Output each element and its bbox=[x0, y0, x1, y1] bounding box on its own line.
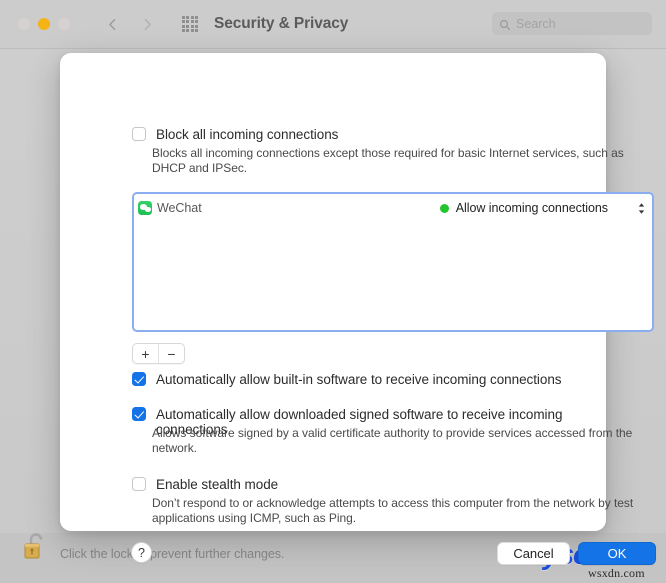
auto-allow-signed-description: Allows software signed by a valid certif… bbox=[152, 426, 633, 455]
list-item[interactable]: WeChat Allow incoming connections bbox=[134, 197, 652, 219]
status-label: Allow incoming connections bbox=[455, 201, 608, 215]
search-input[interactable] bbox=[516, 16, 645, 31]
auto-allow-builtin-label: Automatically allow built-in software to… bbox=[156, 372, 562, 387]
enable-stealth-mode-checkbox[interactable] bbox=[132, 477, 146, 491]
status-dot-icon bbox=[439, 203, 449, 213]
chevron-left-icon[interactable] bbox=[106, 18, 119, 31]
wechat-app-icon bbox=[138, 201, 152, 215]
remove-app-button[interactable]: − bbox=[158, 344, 184, 363]
block-all-incoming-connections-row[interactable]: Block all incoming connections bbox=[132, 127, 338, 142]
search-icon bbox=[499, 18, 511, 30]
cancel-button[interactable]: Cancel bbox=[497, 542, 570, 565]
app-status[interactable]: Allow incoming connections bbox=[439, 201, 646, 216]
lock-hint-text: Click the lock to prevent further change… bbox=[60, 547, 285, 561]
chevron-up-down-icon[interactable] bbox=[637, 201, 646, 216]
app-permission-list[interactable]: WeChat Allow incoming connections bbox=[132, 192, 654, 332]
open-padlock-icon[interactable] bbox=[22, 531, 49, 564]
chevron-right-icon[interactable] bbox=[141, 18, 154, 31]
block-all-incoming-connections-description: Blocks all incoming connections except t… bbox=[152, 146, 624, 175]
enable-stealth-mode-description: Don’t respond to or acknowledge attempts… bbox=[152, 496, 634, 525]
minimize-button[interactable] bbox=[38, 18, 50, 30]
zoom-button[interactable] bbox=[58, 18, 70, 30]
watermark-site: wsxdn.com bbox=[588, 566, 645, 580]
firewall-options-sheet: Block all incoming connections Blocks al… bbox=[60, 53, 656, 565]
preferences-window: Security & Privacy Click the lock to pre… bbox=[0, 0, 666, 583]
page-title: Security & Privacy bbox=[214, 15, 349, 32]
list-add-remove-controls: + − bbox=[132, 343, 185, 364]
enable-stealth-mode-label: Enable stealth mode bbox=[156, 477, 279, 492]
sheet-help-button[interactable]: ? bbox=[131, 542, 152, 563]
add-app-button[interactable]: + bbox=[133, 344, 158, 363]
auto-allow-builtin-row[interactable]: Automatically allow built-in software to… bbox=[132, 372, 562, 387]
window-toolbar: Security & Privacy bbox=[0, 0, 666, 49]
enable-stealth-mode-row[interactable]: Enable stealth mode bbox=[132, 477, 278, 492]
show-all-preferences-grid-icon[interactable] bbox=[182, 16, 198, 32]
block-all-incoming-connections-label: Block all incoming connections bbox=[156, 127, 339, 142]
auto-allow-signed-checkbox[interactable] bbox=[132, 407, 146, 421]
traffic-lights bbox=[18, 18, 70, 30]
navigation-buttons bbox=[106, 18, 154, 31]
close-button[interactable] bbox=[18, 18, 30, 30]
app-name: WeChat bbox=[157, 201, 202, 215]
search-field[interactable] bbox=[492, 12, 652, 35]
ok-button[interactable]: OK bbox=[578, 542, 656, 565]
auto-allow-builtin-checkbox[interactable] bbox=[132, 372, 146, 386]
block-all-incoming-connections-checkbox[interactable] bbox=[132, 127, 146, 141]
